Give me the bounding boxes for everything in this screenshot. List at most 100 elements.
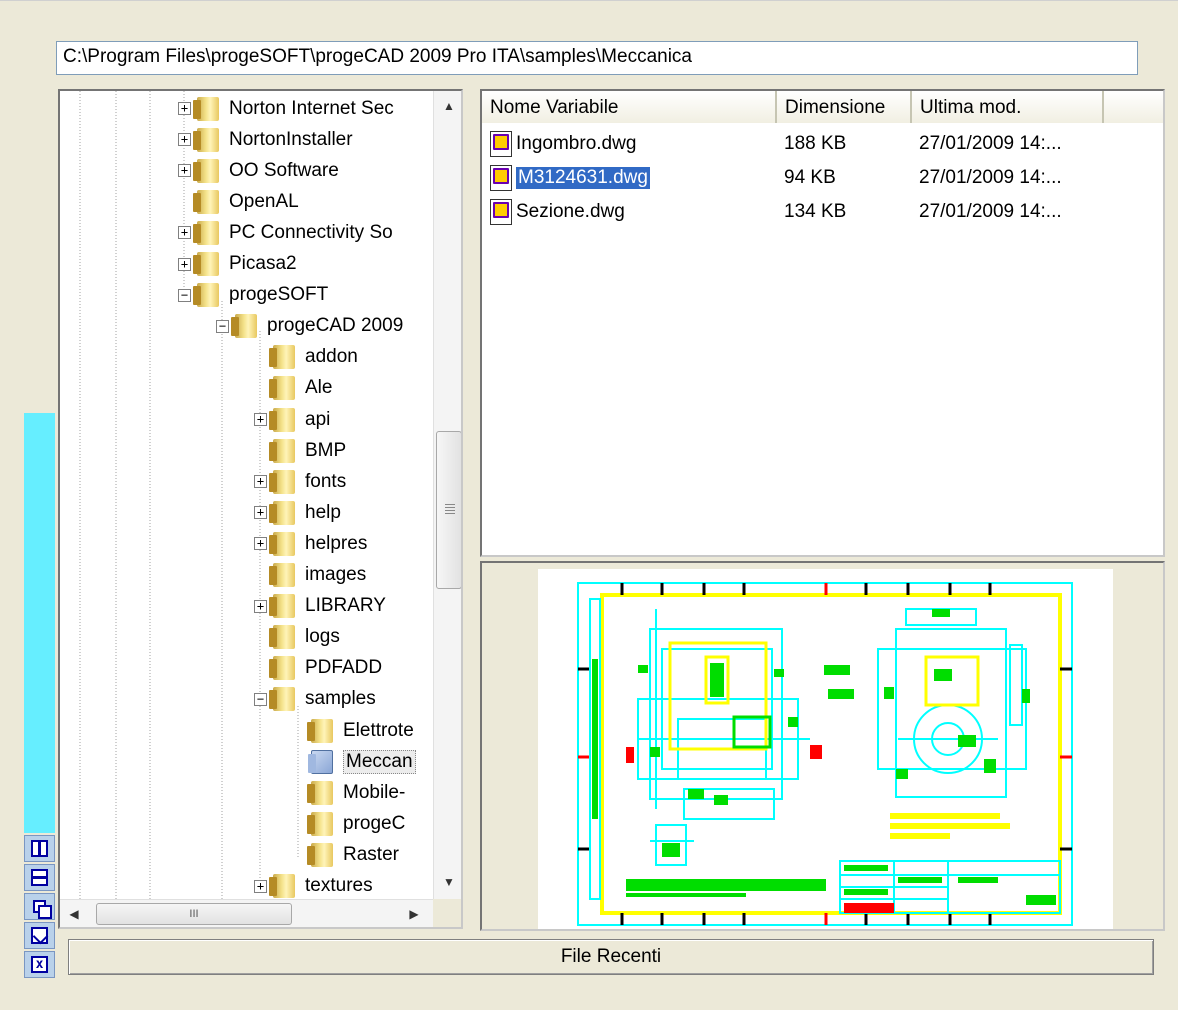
expand-icon[interactable]: + bbox=[254, 537, 267, 551]
path-field[interactable]: C:\Program Files\progeSOFT\progeCAD 2009… bbox=[56, 41, 1138, 75]
expand-icon[interactable]: + bbox=[178, 133, 191, 147]
folder-icon bbox=[307, 780, 333, 805]
tree-item-label: NortonInstaller bbox=[229, 128, 353, 150]
tree-item-label: textures bbox=[305, 875, 373, 896]
scroll-right-icon[interactable]: ▶ bbox=[400, 900, 428, 927]
expand-icon[interactable]: + bbox=[178, 257, 191, 271]
tree-item[interactable]: − samples bbox=[254, 684, 376, 715]
scroll-left-icon[interactable]: ◀ bbox=[60, 900, 88, 927]
panel-title-strip[interactable] bbox=[24, 413, 55, 833]
tree-item[interactable]: BMP bbox=[254, 435, 346, 466]
tree-item-label: Raster bbox=[343, 843, 399, 865]
scroll-up-icon[interactable]: ▲ bbox=[434, 91, 461, 121]
pin-button[interactable] bbox=[24, 922, 55, 949]
folder-icon bbox=[269, 376, 295, 401]
folder-icon bbox=[231, 314, 257, 339]
collapse-icon[interactable]: − bbox=[178, 288, 191, 302]
tree-item[interactable]: + helpres bbox=[254, 528, 367, 559]
tree-item[interactable]: Mobile- bbox=[292, 777, 405, 808]
tree-item[interactable]: + Picasa2 bbox=[178, 249, 297, 280]
tree-item[interactable]: Meccan bbox=[292, 746, 416, 777]
tree-item-label: samples bbox=[305, 688, 376, 710]
collapse-icon[interactable]: − bbox=[254, 692, 267, 706]
folder-icon bbox=[269, 687, 295, 712]
drawing-preview bbox=[538, 569, 1113, 929]
open-folder-icon bbox=[308, 749, 333, 774]
close-button[interactable]: x bbox=[24, 951, 55, 978]
folder-icon bbox=[193, 96, 219, 121]
tree-item[interactable]: + help bbox=[254, 497, 341, 528]
tree-item-label: progeC bbox=[343, 812, 406, 834]
column-header-modified[interactable]: Ultima mod. bbox=[912, 91, 1104, 123]
tree-item[interactable]: PDFADD bbox=[254, 653, 382, 684]
expand-icon[interactable]: + bbox=[254, 599, 267, 613]
folder-icon bbox=[193, 220, 219, 245]
tree-item-label: progeSOFT bbox=[229, 284, 329, 306]
file-name: Sezione.dwg bbox=[516, 200, 625, 222]
expand-icon[interactable]: + bbox=[178, 102, 191, 115]
split-columns-button[interactable] bbox=[24, 835, 55, 862]
tree-item[interactable]: − progeSOFT bbox=[178, 280, 328, 311]
expand-icon[interactable]: + bbox=[254, 413, 267, 426]
expand-icon[interactable]: + bbox=[254, 879, 267, 893]
tree-hscroll-thumb[interactable]: III bbox=[96, 903, 292, 925]
file-row[interactable]: Sezione.dwg 134 KB 27/01/2009 14:... bbox=[482, 195, 1163, 228]
expand-icon[interactable]: + bbox=[178, 164, 191, 178]
tree-item-label: help bbox=[305, 501, 341, 523]
recent-files-button[interactable]: File Recenti bbox=[68, 939, 1154, 975]
tree-vertical-scrollbar[interactable]: ▲ ▼ bbox=[433, 91, 461, 899]
tree-item-label: Elettrote bbox=[343, 719, 414, 741]
tree-item[interactable]: + NortonInstaller bbox=[178, 124, 353, 155]
expand-icon[interactable]: + bbox=[254, 475, 267, 489]
tree-item[interactable]: + api bbox=[254, 404, 330, 435]
split-rows-button[interactable] bbox=[24, 864, 55, 891]
tree-item[interactable]: − progeCAD 2009 bbox=[216, 311, 403, 342]
tree-item[interactable]: Elettrote bbox=[292, 715, 414, 746]
file-name: Ingombro.dwg bbox=[516, 132, 637, 154]
tree-item[interactable]: + Norton Internet Sec bbox=[178, 93, 394, 124]
folder-tree[interactable]: + Norton Internet Sec + NortonInstaller + OO … bbox=[58, 89, 463, 929]
tree-item-label: BMP bbox=[305, 439, 347, 461]
file-size: 94 KB bbox=[784, 166, 836, 188]
tree-item[interactable]: OpenAL bbox=[178, 186, 299, 217]
collapse-icon[interactable]: − bbox=[216, 319, 229, 333]
tree-item[interactable]: + LIBRARY bbox=[254, 591, 386, 622]
file-row[interactable]: Ingombro.dwg 188 KB 27/01/2009 14:... bbox=[482, 127, 1163, 160]
tree-item-label: helpres bbox=[305, 532, 368, 554]
duplicate-button[interactable] bbox=[24, 893, 55, 920]
file-row[interactable]: M3124631.dwg 94 KB 27/01/2009 14:... bbox=[482, 161, 1163, 194]
tree-item-label: Ale bbox=[305, 377, 333, 399]
file-modified: 27/01/2009 14:... bbox=[919, 166, 1062, 188]
scroll-down-icon[interactable]: ▼ bbox=[434, 867, 461, 897]
expand-icon[interactable]: + bbox=[254, 506, 267, 520]
column-header-size[interactable]: Dimensione bbox=[777, 91, 912, 123]
column-header-blank bbox=[1104, 91, 1163, 123]
file-name: M3124631.dwg bbox=[516, 166, 650, 189]
folder-icon bbox=[269, 531, 295, 556]
tree-item[interactable]: + fonts bbox=[254, 466, 346, 497]
tree-item[interactable]: progeC bbox=[292, 808, 405, 839]
folder-icon bbox=[269, 656, 295, 681]
folder-icon bbox=[269, 345, 295, 370]
folder-icon bbox=[269, 594, 295, 619]
expand-icon[interactable]: + bbox=[178, 226, 191, 240]
folder-icon bbox=[193, 283, 219, 308]
folder-icon bbox=[307, 718, 333, 743]
tree-item[interactable]: Raster bbox=[292, 839, 399, 870]
column-header-name[interactable]: Nome Variabile bbox=[482, 91, 777, 123]
tree-item[interactable]: + PC Connectivity So bbox=[178, 217, 393, 248]
tree-item-label: fonts bbox=[305, 470, 347, 492]
pin-icon bbox=[31, 927, 48, 944]
file-list[interactable]: Nome Variabile Dimensione Ultima mod. In… bbox=[480, 89, 1165, 557]
tree-vscroll-thumb[interactable] bbox=[436, 431, 461, 589]
folder-icon bbox=[307, 811, 333, 836]
tree-item[interactable]: images bbox=[254, 560, 366, 591]
tree-item[interactable]: logs bbox=[254, 622, 340, 653]
tree-item[interactable]: Ale bbox=[254, 373, 332, 404]
tree-item[interactable]: + textures bbox=[254, 871, 373, 902]
folder-icon bbox=[269, 438, 295, 463]
tree-item[interactable]: + OO Software bbox=[178, 155, 339, 186]
tree-horizontal-scrollbar[interactable]: ◀ III ▶ bbox=[60, 899, 433, 927]
tree-item[interactable]: addon bbox=[254, 342, 358, 373]
folder-icon bbox=[193, 127, 219, 152]
